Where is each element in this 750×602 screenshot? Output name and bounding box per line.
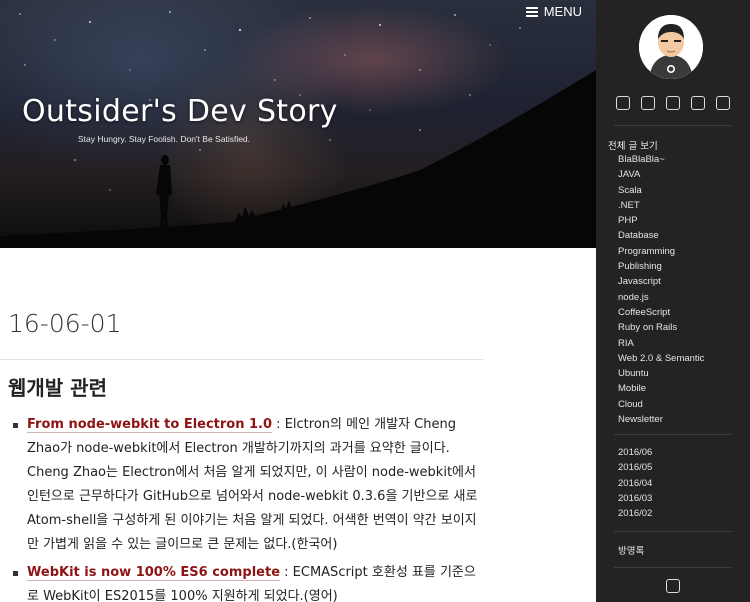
category-item[interactable]: .NET	[618, 198, 704, 213]
social-links	[616, 96, 730, 110]
divider	[0, 359, 483, 360]
category-item[interactable]: Ubuntu	[618, 366, 704, 381]
category-item[interactable]: Database	[618, 228, 704, 243]
sidebar: 전체 글 보기 BlaBlaBla~ JAVA Scala .NET PHP D…	[596, 0, 750, 602]
list-item: WebKit is now 100% ES6 complete : ECMASc…	[10, 561, 480, 602]
category-item[interactable]: Cloud	[618, 397, 704, 412]
article-link[interactable]: From node-webkit to Electron 1.0	[27, 417, 273, 433]
archive-item[interactable]: 2016/04	[618, 476, 652, 491]
divider	[614, 125, 732, 126]
github-icon[interactable]	[616, 96, 630, 110]
facebook-icon[interactable]	[666, 96, 680, 110]
archive-list: 2016/06 2016/05 2016/04 2016/03 2016/02	[618, 445, 652, 521]
category-item[interactable]: JAVA	[618, 167, 704, 182]
site-subtitle: Stay Hungry. Stay Foolish. Don't Be Sati…	[78, 134, 251, 144]
archive-item[interactable]: 2016/02	[618, 506, 652, 521]
link-icon[interactable]	[716, 96, 730, 110]
category-item[interactable]: Web 2.0 & Semantic	[618, 351, 704, 366]
category-item[interactable]: Ruby on Rails	[618, 320, 704, 335]
archive-item[interactable]: 2016/05	[618, 460, 652, 475]
category-item[interactable]: Newsletter	[618, 412, 704, 427]
divider	[614, 434, 732, 435]
category-item[interactable]: BlaBlaBla~	[618, 152, 704, 167]
category-item[interactable]: node.js	[618, 290, 704, 305]
list-item: From node-webkit to Electron 1.0 : Elctr…	[10, 413, 480, 557]
categories-header[interactable]: 전체 글 보기	[608, 138, 658, 152]
divider	[614, 531, 732, 532]
avatar-illustration	[639, 15, 703, 79]
twitter-icon[interactable]	[641, 96, 655, 110]
site-title[interactable]: Outsider's Dev Story	[22, 94, 338, 129]
link-list: From node-webkit to Electron 1.0 : Elctr…	[10, 413, 480, 602]
archive-item[interactable]: 2016/03	[618, 491, 652, 506]
menu-label: MENU	[543, 4, 582, 19]
category-item[interactable]: Mobile	[618, 381, 704, 396]
guestbook-link[interactable]: 방명록	[618, 543, 644, 557]
article-link[interactable]: WebKit is now 100% ES6 complete	[27, 565, 281, 581]
post-title[interactable]: 16-06-01	[8, 309, 121, 338]
list-item-text: : Elctron의 메인 개발자 Cheng Zhao가 node-webki…	[27, 417, 478, 552]
archive-item[interactable]: 2016/06	[618, 445, 652, 460]
category-item[interactable]: Javascript	[618, 274, 704, 289]
bullet	[13, 571, 18, 576]
hamburger-icon	[525, 6, 538, 17]
divider	[614, 567, 732, 568]
category-item[interactable]: Scala	[618, 183, 704, 198]
menu-button[interactable]: MENU	[525, 4, 582, 19]
category-item[interactable]: Programming	[618, 244, 704, 259]
category-item[interactable]: PHP	[618, 213, 704, 228]
bullet	[13, 423, 18, 428]
section-heading: 웹개발 관련	[8, 376, 107, 400]
header-hero: MENU Outsider's Dev Story Stay Hungry. S…	[0, 0, 596, 248]
category-item[interactable]: CoffeeScript	[618, 305, 704, 320]
linkedin-icon[interactable]	[691, 96, 705, 110]
category-item[interactable]: Publishing	[618, 259, 704, 274]
avatar[interactable]	[639, 15, 703, 79]
category-item[interactable]: RIA	[618, 336, 704, 351]
category-list: BlaBlaBla~ JAVA Scala .NET PHP Database …	[618, 152, 704, 427]
rss-icon[interactable]	[666, 579, 680, 593]
